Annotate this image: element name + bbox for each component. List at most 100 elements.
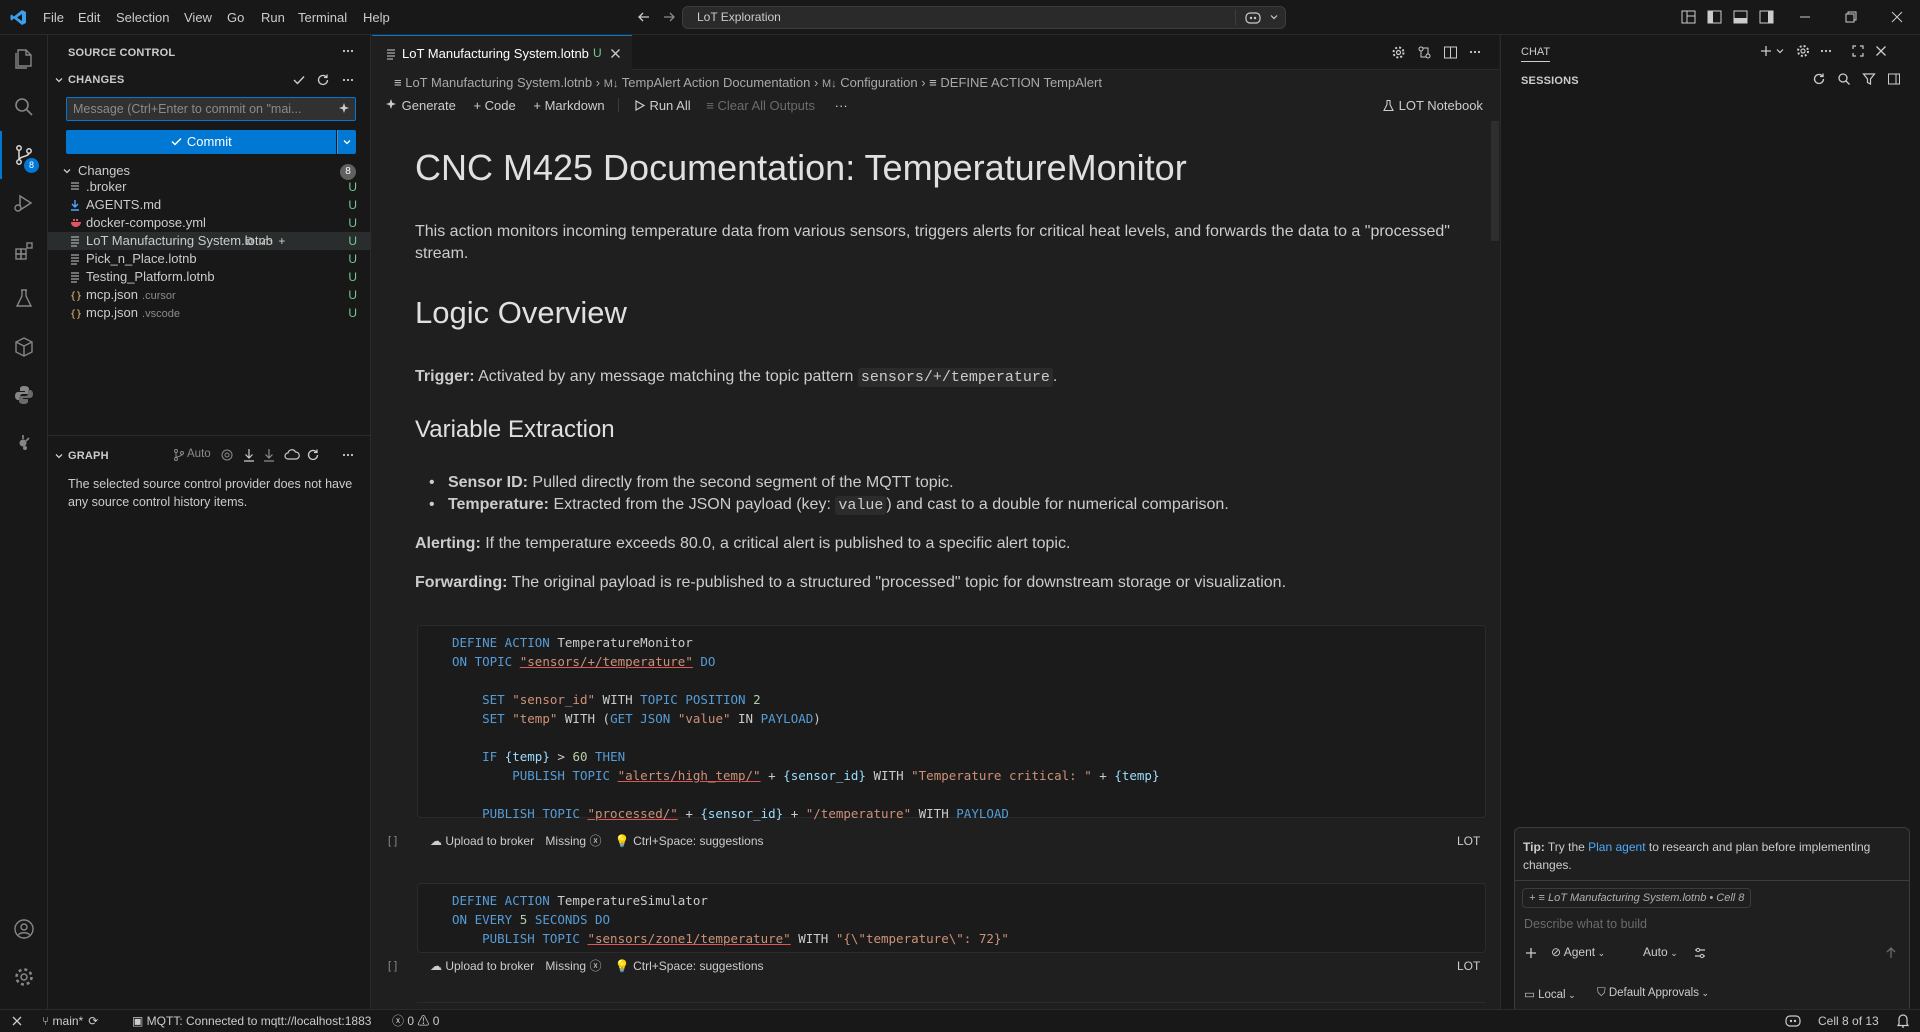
compare-changes-icon[interactable] xyxy=(1417,45,1432,60)
breadcrumb-item-file[interactable]: LoT Manufacturing System.lotnb xyxy=(405,75,592,90)
menu-run[interactable]: Run xyxy=(254,0,292,35)
close-panel-icon[interactable] xyxy=(1874,44,1888,58)
extensions-icon[interactable] xyxy=(0,227,48,275)
filter-icon[interactable] xyxy=(1862,72,1876,86)
code-editor[interactable]: DEFINE ACTION TemperatureMonitor ON TOPI… xyxy=(452,633,1159,823)
search-icon[interactable] xyxy=(0,83,48,131)
more-actions-icon[interactable] xyxy=(341,448,355,462)
chevron-down-icon[interactable] xyxy=(54,451,64,461)
forward-arrow-icon[interactable] xyxy=(662,10,676,24)
code-cell-temperature-monitor[interactable]: DEFINE ACTION TemperatureMonitor ON TOPI… xyxy=(417,625,1486,821)
testing-flask-icon[interactable] xyxy=(0,275,48,323)
refresh-icon[interactable] xyxy=(306,448,320,462)
branch-status[interactable]: ⑂ main* ⟳ xyxy=(42,1010,98,1032)
menu-edit[interactable]: Edit xyxy=(71,0,107,35)
add-code-cell-button[interactable]: Code xyxy=(485,98,516,113)
run-all-button[interactable]: Run All xyxy=(649,98,690,113)
list-item[interactable]: LoT Manufacturing System.lotnb ⧉↶+ U xyxy=(48,232,371,250)
menu-go[interactable]: Go xyxy=(220,0,251,35)
generate-button[interactable]: Generate xyxy=(402,98,456,113)
chat-context-chip[interactable]: + ≡ LoT Manufacturing System.lotnb • Cel… xyxy=(1522,888,1752,908)
tools-icon[interactable] xyxy=(1693,946,1707,960)
list-item[interactable]: .broker U xyxy=(48,178,371,196)
cell-language[interactable]: LOT xyxy=(1457,831,1480,851)
cell-position-status[interactable]: Cell 8 of 13 xyxy=(1818,1010,1879,1032)
minimize-icon[interactable] xyxy=(1798,10,1812,24)
menu-terminal[interactable]: Terminal xyxy=(291,0,354,35)
list-item[interactable]: Testing_Platform.lotnb U xyxy=(48,268,371,286)
agent-mode-picker[interactable]: ⊘ Agent ⌄ xyxy=(1551,945,1605,959)
toggle-sessions-sidebar-icon[interactable] xyxy=(1887,72,1901,86)
gear-icon[interactable] xyxy=(0,953,48,1001)
more-actions-icon[interactable] xyxy=(1468,45,1482,59)
toggle-primary-sidebar-icon[interactable] xyxy=(1707,10,1722,24)
list-item[interactable]: docker-compose.yml U xyxy=(48,214,371,232)
python-icon[interactable] xyxy=(0,371,48,419)
add-markdown-cell-button[interactable]: Markdown xyxy=(545,98,605,113)
toggle-panel-icon[interactable] xyxy=(1733,10,1748,24)
list-item[interactable]: Pick_n_Place.lotnb U xyxy=(48,250,371,268)
commit-dropdown-button[interactable] xyxy=(337,130,356,154)
notebook-settings-icon[interactable] xyxy=(1391,45,1406,60)
gear-icon[interactable] xyxy=(1796,44,1810,58)
breadcrumb-item-action[interactable]: DEFINE ACTION TempAlert xyxy=(940,75,1102,90)
refresh-icon[interactable] xyxy=(316,73,330,87)
source-control-icon[interactable]: 8 xyxy=(0,131,48,179)
breadcrumb-item-section[interactable]: Configuration xyxy=(840,75,917,90)
lot-extension-icon[interactable] xyxy=(0,419,48,467)
menu-selection[interactable]: Selection xyxy=(109,0,176,35)
more-actions-icon[interactable] xyxy=(1819,44,1833,58)
remote-icon[interactable] xyxy=(10,1010,24,1032)
maximize-icon[interactable] xyxy=(1851,44,1865,58)
chat-title[interactable]: CHAT xyxy=(1521,46,1551,62)
cloud-sync-icon[interactable] xyxy=(284,448,300,462)
close-window-icon[interactable] xyxy=(1890,10,1904,24)
model-picker[interactable]: Auto ⌄ xyxy=(1643,945,1678,959)
list-item[interactable]: {} mcp.json .cursor U xyxy=(48,286,371,304)
chat-input[interactable]: Describe what to build xyxy=(1524,917,1647,931)
layout-customize-icon[interactable] xyxy=(1681,10,1696,24)
menu-help[interactable]: Help xyxy=(356,0,397,35)
scrollbar-thumb[interactable] xyxy=(1491,121,1499,241)
commit-message-input[interactable]: Message (Ctrl+Enter to commit on "mai... xyxy=(66,97,356,121)
copilot-icon[interactable] xyxy=(1244,10,1262,25)
pull-icon[interactable] xyxy=(262,448,276,462)
cell-language[interactable]: LOT xyxy=(1457,956,1480,976)
kernel-picker[interactable]: LOT Notebook xyxy=(1382,95,1483,117)
menu-file[interactable]: File xyxy=(36,0,71,35)
row-actions[interactable]: ⧉↶+ xyxy=(245,232,291,250)
attach-icon[interactable] xyxy=(1524,946,1538,960)
chevron-down-icon[interactable] xyxy=(1775,46,1785,56)
mqtt-status[interactable]: ▣ MQTT: Connected to mqtt://localhost:18… xyxy=(132,1010,371,1032)
send-arrow-icon[interactable] xyxy=(1884,946,1898,960)
menu-view[interactable]: View xyxy=(177,0,219,35)
code-cell-temperature-simulator[interactable]: DEFINE ACTION TemperatureSimulator ON EV… xyxy=(417,883,1486,953)
sessions-header[interactable]: SESSIONS xyxy=(1521,75,1579,87)
breadcrumb-item-doc[interactable]: TempAlert Action Documentation xyxy=(622,75,811,90)
discard-icon[interactable]: ↶ xyxy=(260,234,279,248)
run-debug-icon[interactable] xyxy=(0,179,48,227)
editor-scrollbar[interactable] xyxy=(1491,121,1499,1009)
changes-group-label[interactable]: Changes xyxy=(78,163,130,178)
upload-to-broker-button[interactable]: Upload to broker xyxy=(445,834,534,848)
target-icon[interactable] xyxy=(220,448,234,462)
account-icon[interactable] xyxy=(0,905,48,953)
graph-section-header[interactable]: GRAPH xyxy=(68,450,109,462)
tab-lot-manufacturing-system[interactable]: LoT Manufacturing System.lotnb U xyxy=(372,35,632,70)
upload-to-broker-button[interactable]: Upload to broker xyxy=(445,959,534,973)
more-actions-icon[interactable] xyxy=(341,44,355,58)
commit-check-icon[interactable] xyxy=(292,73,306,87)
split-editor-icon[interactable] xyxy=(1443,45,1458,60)
copilot-status-icon[interactable] xyxy=(1785,1010,1801,1032)
refresh-icon[interactable] xyxy=(1812,72,1826,86)
back-arrow-icon[interactable] xyxy=(637,10,651,24)
command-center-search[interactable]: LoT Exploration xyxy=(682,6,1286,29)
notifications-bell-icon[interactable] xyxy=(1896,1010,1910,1032)
restore-icon[interactable] xyxy=(1844,10,1858,24)
more-actions-icon[interactable] xyxy=(341,73,355,87)
search-icon[interactable] xyxy=(1837,72,1851,86)
list-item[interactable]: {} mcp.json .vscode U xyxy=(48,304,371,322)
local-picker[interactable]: ▭ Local ⌄ xyxy=(1524,987,1576,1001)
fetch-icon[interactable] xyxy=(242,448,256,462)
sparkle-icon[interactable] xyxy=(337,102,351,116)
